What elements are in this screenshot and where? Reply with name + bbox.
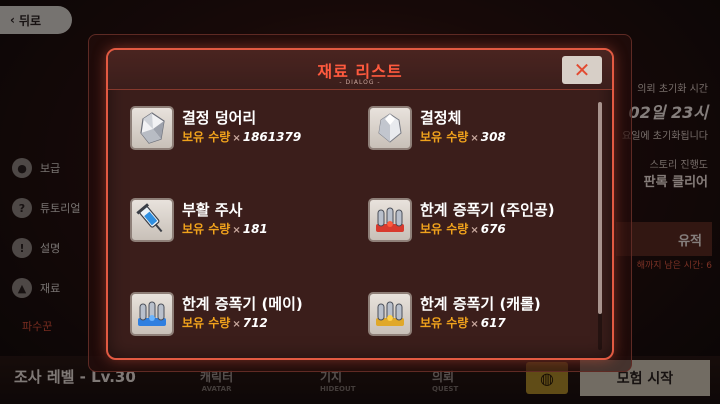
item-name: 결정체 bbox=[420, 109, 462, 127]
crystal-icon bbox=[368, 106, 412, 150]
quantity-value: 676 bbox=[480, 222, 506, 236]
item-quantity: 보유 수량 × 181 bbox=[182, 222, 268, 236]
amplifier-protagonist-icon bbox=[368, 198, 412, 242]
close-icon: ✕ bbox=[573, 58, 591, 82]
item-name: 부활 주사 bbox=[182, 201, 243, 219]
list-item[interactable]: 부활 주사 보유 수량 × 181 bbox=[130, 192, 350, 248]
item-quantity: 보유 수량 × 308 bbox=[420, 130, 506, 144]
quantity-value: 1861379 bbox=[242, 130, 302, 144]
item-quantity: 보유 수량 × 712 bbox=[182, 316, 268, 330]
quantity-value: 308 bbox=[480, 130, 506, 144]
amplifier-mei-icon bbox=[130, 292, 174, 336]
list-item[interactable]: 한계 증폭기 (주인공) 보유 수량 × 676 bbox=[368, 192, 588, 248]
quantity-value: 181 bbox=[242, 222, 268, 236]
revive-syringe-icon bbox=[130, 198, 174, 242]
list-item[interactable]: 한계 증폭기 (메이) 보유 수량 × 712 bbox=[130, 286, 350, 342]
item-quantity: 보유 수량 × 1861379 bbox=[182, 130, 302, 144]
item-name: 한계 증폭기 (주인공) bbox=[420, 201, 555, 219]
item-quantity: 보유 수량 × 676 bbox=[420, 222, 506, 236]
item-name: 한계 증폭기 (캐롤) bbox=[420, 295, 541, 313]
amplifier-carol-icon bbox=[368, 292, 412, 336]
item-name: 한계 증폭기 (메이) bbox=[182, 295, 303, 313]
scrollbar-thumb[interactable] bbox=[598, 102, 602, 314]
dialog-header: 재료 리스트 - DIALOG - ✕ bbox=[108, 50, 612, 90]
list-item[interactable]: 한계 증폭기 (캐롤) 보유 수량 × 617 bbox=[368, 286, 588, 342]
material-list: 결정 덩어리 보유 수량 × 1861379 결정체 보유 수량 × 308 부… bbox=[130, 100, 590, 352]
item-quantity: 보유 수량 × 617 bbox=[420, 316, 506, 330]
close-button[interactable]: ✕ bbox=[562, 56, 602, 84]
quantity-value: 712 bbox=[242, 316, 268, 330]
material-list-dialog: 재료 리스트 - DIALOG - ✕ 결정 덩어리 보유 수량 × 1861379 bbox=[106, 48, 614, 360]
crystal-chunk-icon bbox=[130, 106, 174, 150]
quantity-value: 617 bbox=[480, 316, 506, 330]
list-item[interactable]: 결정체 보유 수량 × 308 bbox=[368, 100, 588, 156]
list-item[interactable]: 결정 덩어리 보유 수량 × 1861379 bbox=[130, 100, 350, 156]
dialog-subtitle: - DIALOG - bbox=[339, 79, 381, 86]
item-name: 결정 덩어리 bbox=[182, 109, 257, 127]
scrollbar[interactable] bbox=[598, 102, 602, 350]
